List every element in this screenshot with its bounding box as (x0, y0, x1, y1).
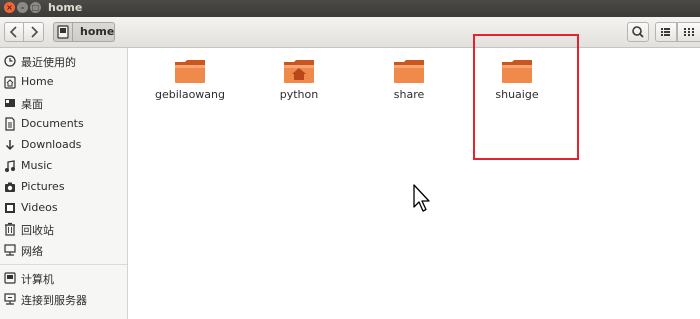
computer-icon (4, 272, 16, 284)
file-item-share[interactable]: share (364, 50, 454, 101)
forward-button[interactable] (24, 22, 44, 42)
sidebar-item-label: 连接到服务器 (21, 294, 87, 307)
grid-view-button[interactable] (677, 22, 700, 42)
list-view-icon (661, 28, 670, 36)
video-icon (5, 203, 15, 213)
breadcrumb-home[interactable]: home (73, 22, 115, 42)
chevron-right-icon (30, 26, 38, 38)
sidebar: 最近使用的 Home 桌面 Documents Downloads Music … (0, 48, 128, 319)
sidebar-item-label: 桌面 (21, 98, 43, 111)
title-bar: × – □ home (0, 0, 700, 17)
sidebar-item-label: Downloads (21, 138, 82, 151)
music-icon (5, 160, 15, 172)
chevron-left-icon (9, 26, 17, 38)
clock-icon (4, 55, 16, 67)
sidebar-divider (0, 264, 127, 265)
mouse-pointer-icon (413, 184, 430, 212)
sidebar-item-trash[interactable]: 回收站 (0, 219, 127, 240)
window-title: home (48, 1, 83, 14)
sidebar-item-music[interactable]: Music (0, 156, 127, 177)
sidebar-item-documents[interactable]: Documents (0, 114, 127, 135)
back-button[interactable] (4, 22, 24, 42)
search-icon (632, 26, 644, 38)
folder-icon (175, 60, 205, 83)
maximize-window-button[interactable]: □ (30, 2, 41, 13)
sidebar-item-computer[interactable]: 计算机 (0, 268, 127, 289)
file-name: python (279, 88, 319, 101)
sidebar-item-desktop[interactable]: 桌面 (0, 93, 127, 114)
sidebar-item-label: Documents (21, 117, 84, 130)
folder-icon (394, 60, 424, 83)
camera-icon (5, 182, 15, 192)
grid-view-icon (684, 28, 694, 36)
sidebar-item-label: Home (21, 75, 54, 88)
sidebar-item-label: Videos (21, 201, 58, 214)
network-icon (4, 244, 16, 256)
sidebar-item-label: 网络 (21, 245, 43, 258)
sidebar-item-downloads[interactable]: Downloads (0, 135, 127, 156)
drive-icon (57, 25, 69, 39)
toolbar: home (0, 17, 700, 48)
close-window-button[interactable]: × (4, 2, 15, 13)
list-view-button[interactable] (655, 22, 677, 42)
sidebar-item-label: 最近使用的 (21, 56, 76, 69)
download-icon (5, 140, 15, 151)
sidebar-item-home[interactable]: Home (0, 72, 127, 93)
document-icon (5, 117, 15, 131)
breadcrumb-home-label: home (80, 25, 115, 38)
sidebar-item-label: Music (21, 159, 53, 172)
sidebar-item-pictures[interactable]: Pictures (0, 177, 127, 198)
highlight-annotation-box (473, 34, 579, 160)
file-item-python[interactable]: python (254, 50, 344, 101)
breadcrumb-toggle-button[interactable] (53, 22, 73, 42)
desktop-icon (5, 99, 15, 107)
search-button[interactable] (627, 22, 649, 42)
sidebar-item-label: Pictures (21, 180, 65, 193)
trash-icon (5, 222, 15, 236)
sidebar-item-label: 回收站 (21, 224, 54, 237)
home-folder-icon (284, 60, 314, 83)
home-icon (4, 76, 16, 89)
sidebar-item-videos[interactable]: Videos (0, 198, 127, 219)
server-connect-icon (4, 293, 16, 305)
sidebar-item-recent[interactable]: 最近使用的 (0, 51, 127, 72)
sidebar-item-label: 计算机 (21, 273, 54, 286)
minimize-window-button[interactable]: – (17, 2, 28, 13)
sidebar-item-connect-server[interactable]: 连接到服务器 (0, 289, 127, 310)
sidebar-item-network[interactable]: 网络 (0, 240, 127, 261)
file-name: share (393, 88, 425, 101)
file-item-gebilaowang[interactable]: gebilaowang (145, 50, 235, 101)
file-name: gebilaowang (154, 88, 225, 101)
